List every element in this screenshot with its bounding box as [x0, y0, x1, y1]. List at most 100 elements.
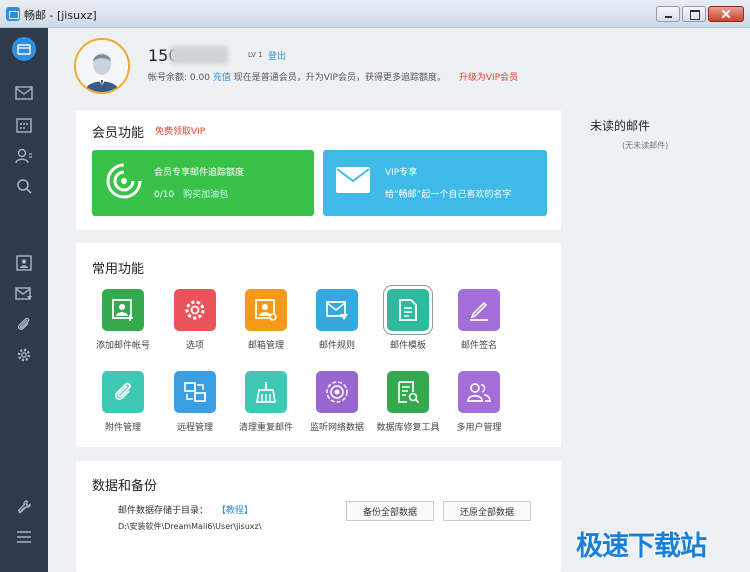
mail-filter-icon	[15, 287, 32, 300]
backup-card: 数据和备份 邮件数据存储于目录： 【教程】 D:\安装软件\DreamMail6…	[76, 461, 561, 572]
vip-card: 会员功能 免费领取VIP 会员专享邮件追踪额度 0/10 购买加油包 VIP专享…	[76, 110, 561, 230]
free-vip-link[interactable]: 免费领取VIP	[155, 124, 205, 137]
clean-duplicate-mail-item[interactable]: 清理重复邮件	[230, 371, 302, 434]
vip-exclusive-title: VIP专享	[385, 168, 418, 178]
window-titlebar: 畅邮 - [jisuxz]	[0, 0, 750, 28]
level-badge: LV 1	[248, 51, 263, 59]
sidebar-item-contacts[interactable]	[0, 141, 48, 171]
unread-mail-title: 未读的邮件	[590, 119, 651, 133]
broom-icon	[245, 371, 287, 413]
backup-card-title: 数据和备份	[92, 479, 158, 494]
function-label: 多用户管理	[456, 423, 502, 433]
function-label: 附件管理	[104, 423, 141, 433]
signature-icon	[458, 289, 500, 331]
buy-refuel-pack-link[interactable]: 购买加油包	[183, 190, 228, 200]
restore-all-button[interactable]: 还原全部数据	[443, 501, 531, 521]
function-label: 远程管理	[176, 423, 213, 433]
function-label: 邮件签名	[460, 341, 497, 351]
balance-row: 帐号余额: 0.00 充值 现在是普通会员，升为VIP会员，获得更多追踪额度。 …	[148, 70, 518, 83]
balance-value: 0.00	[189, 73, 210, 83]
sidebar-item-search[interactable]	[0, 171, 48, 201]
attachment-icon	[102, 371, 144, 413]
window-controls	[656, 6, 744, 22]
menu-icon	[17, 531, 31, 543]
site-watermark: 极速下载站	[576, 531, 707, 562]
sidebar	[0, 28, 48, 572]
envelope-icon	[336, 167, 370, 193]
charge-link[interactable]: 充值	[213, 73, 231, 83]
calendar-icon	[16, 118, 32, 133]
multi-user-icon	[458, 371, 500, 413]
function-label: 邮箱管理	[247, 341, 284, 351]
vip-exclusive-tile[interactable]: VIP专享 给“畅邮”起一个自己喜欢的名字	[323, 150, 547, 216]
add-account-icon	[102, 289, 144, 331]
storage-path: D:\安装软件\DreamMail6\User\jisuxz\	[118, 522, 262, 531]
sidebar-item-tools[interactable]	[0, 492, 48, 522]
sidebar-item-account[interactable]	[0, 248, 48, 278]
multi-user-management-item[interactable]: 多用户管理	[443, 371, 515, 434]
unread-mail-empty: (无未读邮件)	[622, 141, 669, 150]
function-label: 清理重复邮件	[238, 423, 293, 433]
username-mask	[170, 46, 228, 64]
add-mail-account-item[interactable]: 添加邮件帐号	[87, 289, 159, 352]
sidebar-item-attachments[interactable]	[0, 309, 48, 339]
attachment-management-item[interactable]: 附件管理	[87, 371, 159, 434]
function-label: 选项	[185, 341, 204, 351]
remote-icon	[174, 371, 216, 413]
monitor-network-data-item[interactable]: 监听网络数据	[301, 371, 373, 434]
tracking-quota-count: 0/10	[154, 190, 175, 200]
mailbox-management-item[interactable]: 邮箱管理	[230, 289, 302, 352]
sidebar-item-mail-filter[interactable]	[0, 279, 48, 309]
contacts-icon	[15, 148, 32, 164]
mail-logo-icon	[12, 37, 36, 61]
storage-location-label: 邮件数据存储于目录：	[118, 506, 209, 516]
window-title: 畅邮 - [jisuxz]	[24, 9, 97, 22]
backup-all-button[interactable]: 备份全部数据	[346, 501, 434, 521]
gear-icon	[174, 289, 216, 331]
tutorial-link[interactable]: 【教程】	[217, 506, 253, 516]
minimize-button[interactable]	[656, 6, 680, 22]
mail-template-item[interactable]: 邮件模板	[372, 285, 444, 352]
sidebar-item-settings[interactable]	[0, 340, 48, 370]
function-label: 监听网络数据	[309, 423, 364, 433]
options-item[interactable]: 选项	[159, 289, 231, 352]
sidebar-item-calendar[interactable]	[0, 110, 48, 140]
storage-location-row: 邮件数据存储于目录： 【教程】	[118, 503, 253, 516]
profile-section: 150 LV 1 登出 帐号余额: 0.00 充值 现在是普通会员，升为VIP会…	[74, 38, 594, 108]
function-label: 邮件规则	[318, 341, 355, 351]
sidebar-item-inbox[interactable]	[0, 78, 48, 108]
sidebar-logo[interactable]	[0, 34, 48, 64]
monitor-icon	[316, 371, 358, 413]
function-label: 数据库修复工具	[376, 423, 440, 433]
paperclip-icon	[18, 317, 30, 330]
membership-notice: 现在是普通会员，升为VIP会员，获得更多追踪额度。	[233, 73, 446, 83]
database-repair-item[interactable]: 数据库修复工具	[372, 371, 444, 434]
main-content: 150 LV 1 登出 帐号余额: 0.00 充值 现在是普通会员，升为VIP会…	[48, 28, 750, 572]
remote-management-item[interactable]: 远程管理	[159, 371, 231, 434]
template-icon	[383, 285, 433, 335]
search-icon	[17, 179, 32, 194]
envelope-icon	[15, 86, 33, 100]
radar-icon	[106, 163, 142, 199]
tracking-quota-tile[interactable]: 会员专享邮件追踪额度 0/10 购买加油包	[92, 150, 314, 216]
sidebar-item-menu[interactable]	[0, 522, 48, 552]
upgrade-vip-link[interactable]: 升级为VIP会员	[459, 73, 518, 83]
balance-label: 帐号余额:	[148, 73, 188, 83]
mail-signature-item[interactable]: 邮件签名	[443, 289, 515, 352]
wrench-icon	[17, 500, 31, 514]
mail-rules-item[interactable]: 邮件规则	[301, 289, 373, 352]
vip-card-title: 会员功能	[92, 126, 145, 141]
vip-exclusive-desc: 给“畅邮”起一个自己喜欢的名字	[385, 190, 512, 200]
close-button[interactable]	[708, 6, 744, 22]
common-functions-title: 常用功能	[92, 262, 145, 277]
gear-icon	[17, 348, 31, 362]
mail-rule-icon	[316, 289, 358, 331]
common-functions-card: 常用功能 添加邮件帐号 选项 邮箱管理 邮件规则 邮件模板 邮件签名 附件管理 …	[76, 243, 561, 447]
maximize-button[interactable]	[682, 6, 706, 22]
mailbox-manage-icon	[245, 289, 287, 331]
app-icon	[6, 7, 20, 21]
avatar[interactable]	[74, 38, 130, 94]
account-card-icon	[16, 255, 32, 271]
logout-link[interactable]: 登出	[268, 49, 286, 62]
tracking-quota-row: 0/10 购买加油包	[154, 187, 228, 200]
